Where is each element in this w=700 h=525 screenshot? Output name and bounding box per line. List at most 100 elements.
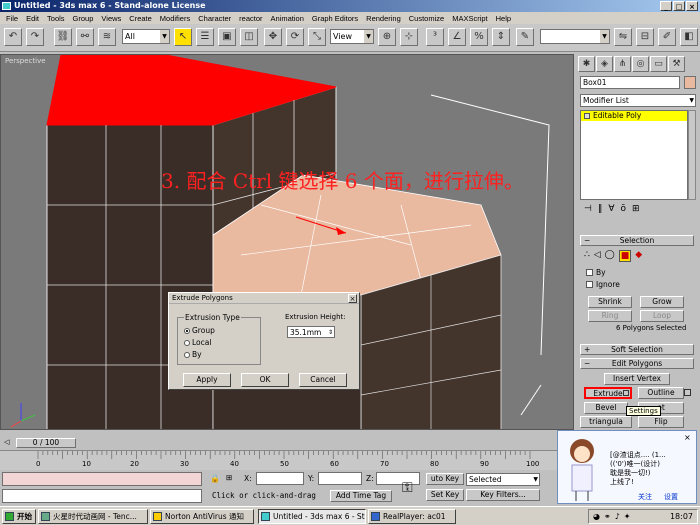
maximize-button[interactable]: □ — [673, 1, 685, 11]
tray-network-icon[interactable]: ⚭ — [604, 512, 611, 521]
modifier-list-dropdown[interactable]: Modifier List ▼ — [580, 94, 696, 107]
reference-coord-dropdown[interactable]: View ▼ — [330, 29, 374, 44]
extrusion-height-spinner[interactable]: 35.1mm ⇕ — [287, 326, 335, 338]
x-coordinate-field[interactable] — [256, 472, 304, 485]
prompt-line-field[interactable] — [2, 489, 202, 503]
tray-antivirus-icon[interactable]: ✦ — [624, 512, 631, 521]
object-name-field[interactable]: Box01 — [580, 76, 680, 89]
close-icon[interactable]: × — [684, 433, 691, 442]
select-by-name-icon[interactable]: ☰ — [196, 28, 214, 46]
soft-selection-rollout[interactable]: + Soft Selection — [580, 344, 694, 355]
set-key-button[interactable]: Set Key — [426, 489, 464, 501]
key-filters-button[interactable]: Key Filters... — [466, 489, 540, 501]
shrink-button[interactable]: Shrink — [588, 296, 632, 308]
add-time-tag-button[interactable]: Add Time Tag — [330, 490, 392, 502]
menu-edit[interactable]: Edit — [22, 14, 43, 23]
window-crossing-icon[interactable]: ◫ — [240, 28, 258, 46]
angle-snap-icon[interactable]: ∠ — [448, 28, 466, 46]
element-level-icon[interactable]: ◆ — [635, 250, 642, 262]
modifier-stack[interactable]: Editable Poly — [580, 110, 688, 200]
snap-3d-icon[interactable]: ³ — [426, 28, 444, 46]
modify-tab-icon[interactable]: ◈ — [596, 56, 613, 72]
extrude-settings-icon[interactable] — [623, 390, 629, 396]
link-icon[interactable]: ⛓ — [54, 28, 72, 46]
curve-editor-icon[interactable]: ✐ — [658, 28, 676, 46]
menu-maxscript[interactable]: MAXScript — [448, 14, 491, 23]
stack-scrollbar[interactable] — [688, 110, 696, 200]
rotate-icon[interactable]: ⟳ — [286, 28, 304, 46]
maxscript-listener-field[interactable] — [2, 472, 202, 486]
polygon-level-icon[interactable]: ■ — [618, 250, 632, 262]
menu-rendering[interactable]: Rendering — [362, 14, 405, 23]
move-icon[interactable]: ✥ — [264, 28, 282, 46]
object-color-swatch[interactable] — [684, 76, 696, 89]
ok-button[interactable]: OK — [241, 373, 289, 387]
outline-button[interactable]: Outline — [638, 387, 684, 399]
show-end-result-icon[interactable]: ‖ — [598, 204, 603, 218]
radio-local[interactable]: Local — [184, 338, 211, 347]
redo-icon[interactable]: ↷ — [26, 28, 44, 46]
extrude-button[interactable]: Extrude — [584, 387, 632, 399]
outline-settings-icon[interactable] — [684, 389, 691, 396]
flip-button[interactable]: Flip — [638, 416, 684, 428]
time-slider[interactable]: ◁ 0 / 100 ▷ — [0, 437, 574, 449]
hierarchy-tab-icon[interactable]: ⋔ — [614, 56, 631, 72]
grow-button[interactable]: Grow — [640, 296, 684, 308]
task-tencent[interactable]: 火星时代动画网 - Tenc... — [38, 509, 148, 524]
menu-customize[interactable]: Customize — [405, 14, 448, 23]
menu-help[interactable]: Help — [492, 14, 515, 23]
border-level-icon[interactable]: ◯ — [605, 250, 615, 262]
menu-file[interactable]: File — [2, 14, 22, 23]
slider-prev-icon[interactable]: ◁ — [4, 438, 14, 448]
menu-character[interactable]: Character — [194, 14, 235, 23]
time-slider-thumb[interactable]: 0 / 100 — [16, 438, 76, 448]
select-manipulate-icon[interactable]: ⊹ — [400, 28, 418, 46]
percent-snap-icon[interactable]: % — [470, 28, 488, 46]
bind-space-warp-icon[interactable]: ≋ — [98, 28, 116, 46]
named-selection-icon[interactable]: ✎ — [516, 28, 534, 46]
stack-item-editable-poly[interactable]: Editable Poly — [581, 111, 687, 121]
spinner-arrows-icon[interactable]: ⇕ — [328, 327, 333, 338]
make-unique-icon[interactable]: ∀ — [608, 204, 614, 218]
minimize-button[interactable]: _ — [660, 1, 672, 11]
menu-animation[interactable]: Animation — [267, 14, 308, 23]
by-vertex-checkbox[interactable]: By — [586, 268, 606, 277]
selection-rollout[interactable]: − Selection — [580, 235, 694, 246]
undo-icon[interactable]: ↶ — [4, 28, 22, 46]
select-object-icon[interactable]: ↖ — [174, 28, 192, 46]
named-selection-set-dropdown[interactable]: ▼ — [540, 29, 610, 44]
popup-follow-link[interactable]: 关注 — [638, 492, 652, 502]
task-3dsmax[interactable]: Untitled - 3ds max 6 - St... — [258, 509, 366, 524]
align-icon[interactable]: ⊟ — [636, 28, 654, 46]
motion-tab-icon[interactable]: ◎ — [632, 56, 649, 72]
menu-create[interactable]: Create — [125, 14, 156, 23]
close-icon[interactable]: × — [348, 294, 357, 303]
cancel-button[interactable]: Cancel — [299, 373, 347, 387]
radio-by-polygon[interactable]: By — [184, 350, 202, 359]
z-coordinate-field[interactable] — [376, 472, 420, 485]
menu-tools[interactable]: Tools — [43, 14, 69, 23]
edit-polygons-rollout[interactable]: − Edit Polygons — [580, 358, 694, 369]
ring-button[interactable]: Ring — [588, 310, 632, 322]
start-button[interactable]: 开始 — [2, 509, 36, 524]
radio-group[interactable]: Group — [184, 326, 215, 335]
menu-group[interactable]: Group — [69, 14, 98, 23]
insert-vertex-button[interactable]: Insert Vertex — [604, 373, 670, 385]
utilities-tab-icon[interactable]: ⚒ — [668, 56, 685, 72]
display-tab-icon[interactable]: ▭ — [650, 56, 667, 72]
pin-stack-icon[interactable]: ⊣ — [584, 204, 592, 218]
absolute-mode-icon[interactable]: ⊞ — [226, 473, 232, 482]
apply-button[interactable]: Apply — [183, 373, 231, 387]
vertex-level-icon[interactable]: ∴ — [584, 250, 590, 262]
loop-button[interactable]: Loop — [640, 310, 684, 322]
track-bar[interactable]: 0 10 20 30 40 50 60 70 80 90 100 — [0, 450, 574, 470]
task-realplayer[interactable]: RealPlayer: ac01 — [368, 509, 456, 524]
tray-qq-icon[interactable]: ◕ — [593, 512, 600, 521]
configure-sets-icon[interactable]: ⊞ — [632, 204, 640, 218]
expand-icon[interactable] — [584, 113, 590, 119]
auto-key-button[interactable]: uto Key — [426, 473, 464, 485]
key-icon[interactable]: ⚿ — [402, 480, 413, 496]
pivot-center-icon[interactable]: ⊕ — [378, 28, 396, 46]
retriangulate-button[interactable]: triangula — [580, 416, 632, 428]
selection-filter-dropdown[interactable]: All ▼ — [122, 29, 170, 44]
